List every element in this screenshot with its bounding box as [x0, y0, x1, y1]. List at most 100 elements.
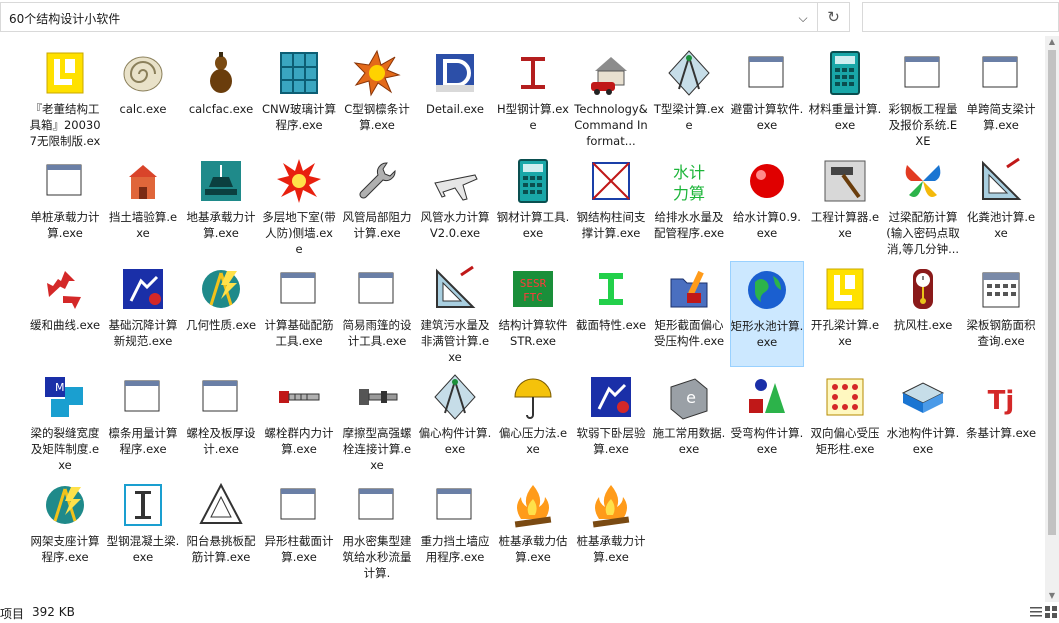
file-item[interactable]: 多层地下室(带人防)侧墙.exe: [262, 153, 336, 259]
file-label: 受弯构件计算.exe: [730, 426, 804, 456]
file-item[interactable]: 矩形截面偏心受压构件.exe: [652, 261, 726, 367]
file-item[interactable]: 矩形水池计算.exe: [730, 261, 804, 367]
file-item[interactable]: 风管水力计算V2.0.exe: [418, 153, 492, 259]
file-item[interactable]: 单跨简支梁计算.exe: [964, 45, 1038, 151]
file-item[interactable]: calcfac.exe: [184, 45, 258, 151]
large-icons-view-icon[interactable]: [1045, 606, 1057, 618]
file-item[interactable]: 风管局部阻力计算.exe: [340, 153, 414, 259]
scroll-up-icon[interactable]: ▲: [1045, 36, 1059, 48]
house-car-icon: [587, 49, 635, 97]
file-item[interactable]: C型钢檩条计算.exe: [340, 45, 414, 151]
file-label: 双向偏心受压矩形柱.exe: [810, 426, 880, 456]
file-item[interactable]: 简易雨篷的设计工具.exe: [340, 261, 414, 367]
file-item[interactable]: 钢结构柱间支撑计算.exe: [574, 153, 648, 259]
file-item[interactable]: e 施工常用数据.exe: [652, 369, 726, 475]
file-item[interactable]: 彩钢板工程量及报价系统.EXE: [886, 45, 960, 151]
file-label: 钢结构柱间支撑计算.exe: [576, 210, 646, 240]
file-item[interactable]: 化粪池计算.exe: [964, 153, 1038, 259]
file-label: 桩基承载力计算.exe: [576, 534, 646, 564]
status-size: 392 KB: [32, 605, 75, 619]
file-label: 基础沉降计算新规范.exe: [108, 318, 178, 348]
search-input[interactable]: [862, 2, 1059, 32]
chevron-down-icon[interactable]: ⌵: [791, 8, 815, 28]
file-item[interactable]: H型钢计算.exe: [496, 45, 570, 151]
file-item[interactable]: 计算基础配筋工具.exe: [262, 261, 336, 367]
file-item[interactable]: 几何性质.exe: [184, 261, 258, 367]
file-item[interactable]: 檩条用量计算程序.exe: [106, 369, 180, 475]
file-item[interactable]: 梁板钢筋面积查询.exe: [964, 261, 1038, 367]
mdc-cubes-icon: M: [41, 373, 89, 421]
file-item[interactable]: SESR FTC 结构计算软件STR.exe: [496, 261, 570, 367]
scroll-thumb[interactable]: [1048, 50, 1056, 535]
file-item[interactable]: 挡土墙验算.exe: [106, 153, 180, 259]
airplane-icon: [431, 157, 479, 205]
file-item[interactable]: M 梁的裂缝宽度及矩阵制度.exe: [28, 369, 102, 475]
umbrella-icon: [509, 373, 557, 421]
file-item[interactable]: 工程计算器.exe: [808, 153, 882, 259]
file-item[interactable]: 材料重量计算.exe: [808, 45, 882, 151]
file-item[interactable]: 螺栓群内力计算.exe: [262, 369, 336, 475]
refresh-button[interactable]: ↻: [818, 2, 850, 32]
address-bar[interactable]: 60个结构设计小软件 ⌵: [0, 2, 818, 32]
file-item[interactable]: 水池构件计算.exe: [886, 369, 960, 475]
status-bar: 项目 392 KB: [0, 602, 1059, 623]
file-item[interactable]: 型钢混凝土梁.exe: [106, 477, 180, 583]
file-label: 桩基承载力估算.exe: [498, 534, 568, 564]
file-item[interactable]: 摩擦型高强螺栓连接计算.exe: [340, 369, 414, 475]
file-item[interactable]: 阳台悬挑板配筋计算.exe: [184, 477, 258, 583]
window-grid-icon: [275, 49, 323, 97]
file-item[interactable]: calc.exe: [106, 45, 180, 151]
file-item[interactable]: 网架支座计算程序.exe: [28, 477, 102, 583]
file-item[interactable]: 螺栓及板厚设计.exe: [184, 369, 258, 475]
file-item[interactable]: 『老董结构工具箱』200307无限制版.exe: [28, 45, 102, 151]
file-item[interactable]: T型梁计算.exe: [652, 45, 726, 151]
file-item[interactable]: 桩基承载力估算.exe: [496, 477, 570, 583]
file-item[interactable]: 缓和曲线.exe: [28, 261, 102, 367]
file-item[interactable]: 过梁配筋计算(输入密码点取消,等几分钟...: [886, 153, 960, 259]
scroll-down-icon[interactable]: ▼: [1045, 590, 1059, 602]
app-window-icon: [275, 265, 323, 313]
file-item[interactable]: 截面特性.exe: [574, 261, 648, 367]
file-label: 偏心构件计算.exe: [418, 426, 492, 456]
file-item[interactable]: 软弱下卧层验算.exe: [574, 369, 648, 475]
vertical-scrollbar[interactable]: ▲ ▼: [1045, 36, 1059, 602]
file-item[interactable]: 受弯构件计算.exe: [730, 369, 804, 475]
file-label: 型钢混凝土梁.exe: [106, 534, 180, 564]
file-item[interactable]: 桩基承载力计算.exe: [574, 477, 648, 583]
file-item[interactable]: 基础沉降计算新规范.exe: [106, 261, 180, 367]
file-item[interactable]: 重力挡土墙应用程序.exe: [418, 477, 492, 583]
file-item[interactable]: 偏心压力法.exe: [496, 369, 570, 475]
file-item[interactable]: 抗风柱.exe: [886, 261, 960, 367]
file-item[interactable]: 用水密集型建筑给水秒流量计算.: [340, 477, 414, 583]
file-item[interactable]: CNW玻璃计算程序.exe: [262, 45, 336, 151]
file-item[interactable]: 建筑污水量及非满管计算.exe: [418, 261, 492, 367]
status-item-count: 项目: [0, 607, 25, 621]
triangle-icon: [197, 481, 245, 529]
file-item[interactable]: 双向偏心受压矩形柱.exe: [808, 369, 882, 475]
file-item[interactable]: 开孔梁计算.exe: [808, 261, 882, 367]
details-view-icon[interactable]: [1030, 606, 1042, 618]
file-item[interactable]: 异形柱截面计算.exe: [262, 477, 336, 583]
file-item[interactable]: 避雷计算软件.exe: [730, 45, 804, 151]
file-item[interactable]: Tj 条基计算.exe: [964, 369, 1038, 475]
app-window-icon: [743, 49, 791, 97]
file-item[interactable]: 地基承载力计算.exe: [184, 153, 258, 259]
file-label: 截面特性.exe: [575, 318, 647, 332]
file-item[interactable]: 钢材计算工具.exe: [496, 153, 570, 259]
file-item[interactable]: 单桩承载力计算.exe: [28, 153, 102, 259]
file-item[interactable]: Detail.exe: [418, 45, 492, 151]
screw-icon: [353, 373, 401, 421]
file-item[interactable]: 水计 力算 给排水水量及配管程序.exe: [652, 153, 726, 259]
dots-grid-icon: [821, 373, 869, 421]
yellow-tool-icon: [821, 265, 869, 313]
file-label: 矩形水池计算.exe: [730, 319, 804, 349]
address-path: 60个结构设计小软件: [9, 12, 121, 26]
file-item[interactable]: Technology&Command Informat...: [574, 45, 648, 151]
file-label: 结构计算软件STR.exe: [498, 318, 568, 348]
svg-text:水计: 水计: [673, 163, 705, 182]
refresh-icon: ↻: [827, 8, 840, 26]
file-item[interactable]: 偏心构件计算.exe: [418, 369, 492, 475]
setsquare-icon: [977, 157, 1025, 205]
compass-lightning-icon: [41, 481, 89, 529]
file-item[interactable]: 给水计算0.9.exe: [730, 153, 804, 259]
